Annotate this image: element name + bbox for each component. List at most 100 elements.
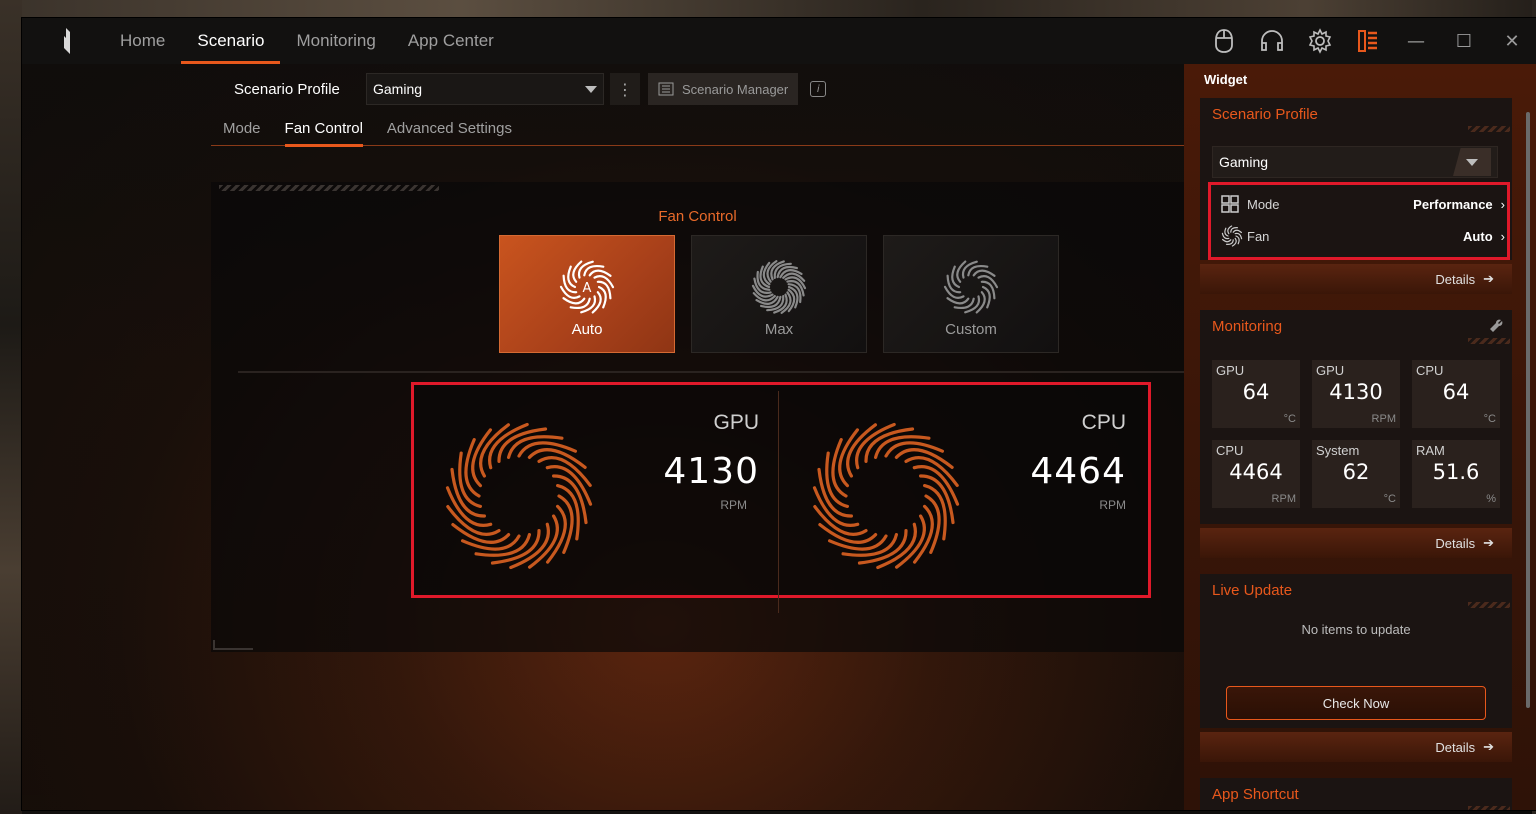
monitor-cell-value: 51.6 <box>1432 460 1480 484</box>
tab-mode[interactable]: Mode <box>211 116 273 145</box>
fan-small-icon <box>1221 225 1243 247</box>
list-icon <box>658 82 674 96</box>
nav-monitoring[interactable]: Monitoring <box>280 18 391 64</box>
monitor-cell-name: System <box>1316 443 1360 458</box>
fan-mode-custom-button[interactable]: Custom <box>883 235 1059 353</box>
monitor-cell: CPU 64 °C <box>1412 360 1500 428</box>
live-update-details-link[interactable]: Details ➔ <box>1200 732 1512 762</box>
chevron-down-icon <box>1453 148 1491 176</box>
fan-control-title: Fan Control <box>658 208 737 225</box>
decorative-stripe <box>219 185 439 191</box>
monitor-cell-name: CPU <box>1216 443 1244 458</box>
monitor-cell: RAM 51.6 % <box>1412 440 1500 508</box>
main-content: Scenario Profile Gaming ⋮ Scenario Manag… <box>22 64 1184 810</box>
scenario-profile-label: Scenario Profile <box>234 80 340 98</box>
nav-app-center[interactable]: App Center <box>392 18 510 64</box>
decorative-corner <box>213 640 253 650</box>
settings-gear-icon[interactable] <box>1296 18 1344 64</box>
scenario-profile-card-title: Scenario Profile <box>1212 106 1318 123</box>
nav-home[interactable]: Home <box>104 18 181 64</box>
scenario-details-label: Details <box>1435 271 1476 287</box>
arrow-right-icon: ➔ <box>1483 535 1494 550</box>
monitor-cell-value: 62 <box>1342 460 1370 484</box>
monitor-cell-name: CPU <box>1416 363 1444 378</box>
monitor-cell: CPU 4464 RPM <box>1212 440 1300 508</box>
minimize-icon[interactable]: — <box>1392 18 1440 64</box>
gpu-fan-rpm: 4130 <box>663 451 759 492</box>
fan-mode-auto-button[interactable]: A Auto <box>499 235 675 353</box>
svg-text:A: A <box>583 281 592 296</box>
nav-scenario[interactable]: Scenario <box>181 18 281 64</box>
scenario-profile-select[interactable]: Gaming <box>366 73 604 105</box>
widget-fan-label: Fan <box>1247 228 1270 244</box>
readout-separator <box>778 391 779 613</box>
live-update-card: Live Update No items to update Check Now <box>1200 574 1512 728</box>
app-logo-icon <box>48 18 78 64</box>
widget-panel-icon[interactable] <box>1344 18 1392 64</box>
scenario-profile-card: Scenario Profile Gaming Mode Performance… <box>1200 98 1512 260</box>
check-now-button[interactable]: Check Now <box>1226 686 1486 720</box>
app-shortcut-card: App Shortcut <box>1200 778 1512 810</box>
monitor-cell-unit: RPM <box>1371 413 1396 425</box>
widget-sidebar: Widget Scenario Profile Gaming Mode Perf… <box>1184 64 1536 810</box>
widget-scrollbar[interactable] <box>1526 112 1530 708</box>
monitor-cell-name: GPU <box>1316 363 1345 378</box>
decorative-stripe <box>1468 806 1510 810</box>
fan-mode-auto-label: Auto <box>571 321 603 338</box>
fan-max-icon <box>751 260 807 314</box>
desktop-background-top <box>0 0 1536 18</box>
scenario-details-link[interactable]: Details ➔ <box>1200 264 1512 294</box>
decorative-stripe <box>1468 602 1510 608</box>
monitor-cell-unit: °C <box>1483 413 1496 425</box>
monitor-cell-value: 64 <box>1242 380 1270 404</box>
app-window: Home Scenario Monitoring App Center — ☐ … <box>22 18 1536 810</box>
info-icon[interactable]: i <box>810 81 827 97</box>
tab-advanced-settings[interactable]: Advanced Settings <box>375 116 524 145</box>
fan-rpm-readout: GPU 4130 RPM CPU 4464 RPM <box>411 382 1151 613</box>
close-icon[interactable]: ✕ <box>1488 18 1536 64</box>
scenario-manager-label: Scenario Manager <box>682 81 789 97</box>
scenario-manager-button[interactable]: Scenario Manager <box>648 73 799 105</box>
chevron-right-icon: › <box>1500 196 1505 212</box>
sub-tabs: Mode Fan Control Advanced Settings <box>211 116 1184 147</box>
arrow-right-icon: ➔ <box>1483 739 1494 754</box>
widget-fan-row[interactable]: Fan Auto › <box>1221 224 1505 248</box>
cpu-fan-readout: CPU 4464 RPM <box>781 385 1148 595</box>
headset-icon[interactable] <box>1248 18 1296 64</box>
scenario-profile-value: Gaming <box>373 81 423 97</box>
widget-mode-label: Mode <box>1247 196 1280 212</box>
monitoring-card-title: Monitoring <box>1212 318 1283 335</box>
widget-profile-value: Gaming <box>1219 154 1269 170</box>
mouse-icon[interactable] <box>1200 18 1248 64</box>
gpu-fan-name: GPU <box>713 411 759 434</box>
more-options-icon[interactable]: ⋮ <box>610 73 640 105</box>
app-shortcut-card-title: App Shortcut <box>1212 786 1299 803</box>
divider <box>238 371 1184 373</box>
monitor-cell-name: RAM <box>1416 443 1445 458</box>
widget-fan-value: Auto <box>1463 228 1493 244</box>
tab-fan-control[interactable]: Fan Control <box>273 116 375 147</box>
live-update-card-title: Live Update <box>1212 582 1293 599</box>
fan-custom-icon <box>943 260 999 314</box>
gpu-fan-icon <box>445 422 593 570</box>
scenario-profile-bar: Scenario Profile Gaming ⋮ Scenario Manag… <box>234 72 827 106</box>
monitor-cell-name: GPU <box>1216 363 1245 378</box>
wrench-icon[interactable] <box>1488 318 1504 338</box>
mode-grid-icon <box>1221 195 1239 213</box>
widget-mode-row[interactable]: Mode Performance › <box>1221 192 1505 216</box>
cpu-fan-rpm: 4464 <box>1030 451 1126 492</box>
maximize-icon[interactable]: ☐ <box>1440 18 1488 64</box>
decorative-stripe <box>1468 126 1510 132</box>
mode-fan-summary: Mode Performance › Fan Auto › <box>1208 182 1510 260</box>
monitoring-details-link[interactable]: Details ➔ <box>1200 528 1512 558</box>
widget-title: Widget <box>1204 72 1248 87</box>
live-update-empty-text: No items to update <box>1301 622 1411 637</box>
monitor-cell: GPU 4130 RPM <box>1312 360 1400 428</box>
widget-profile-select[interactable]: Gaming <box>1212 146 1498 178</box>
cpu-fan-unit: RPM <box>1099 498 1126 512</box>
monitoring-card: Monitoring GPU 64 °C GPU 4130 RPM CPU 64… <box>1200 310 1512 524</box>
desktop-background-left <box>0 0 22 814</box>
monitor-cell: GPU 64 °C <box>1212 360 1300 428</box>
cpu-fan-name: CPU <box>1081 411 1126 434</box>
fan-mode-max-button[interactable]: Max <box>691 235 867 353</box>
